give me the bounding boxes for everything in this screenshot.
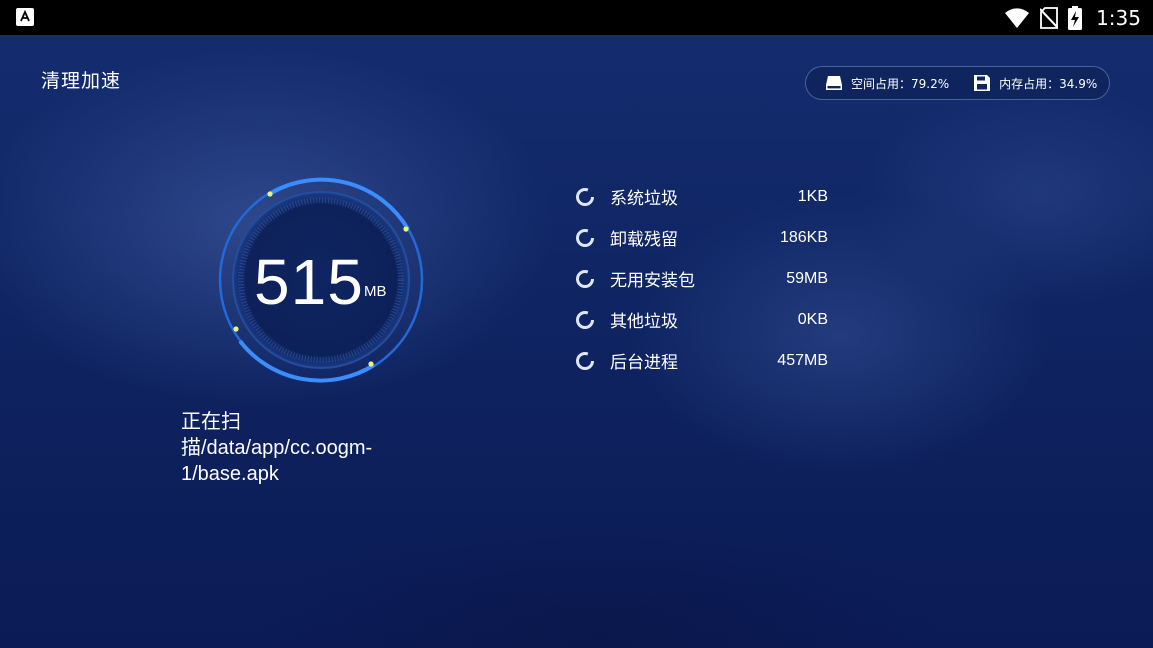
wifi-icon: [1005, 7, 1030, 28]
memory-usage: 内存占用：34.9%: [973, 74, 1097, 92]
item-label: 卸载残留: [610, 230, 678, 250]
item-size: 457MB: [777, 351, 828, 369]
disk-icon: [826, 76, 842, 90]
usage-summary: 空间占用：79.2% 内存占用：34.9%: [805, 66, 1110, 100]
item-size: 1KB: [797, 187, 828, 205]
app-store-icon: [16, 8, 34, 26]
status-bar: 1:35: [0, 0, 1153, 35]
disk-usage: 空间占用：79.2%: [825, 74, 949, 92]
scan-status: 正在扫描/data/app/cc.oogm-1/base.apk: [181, 411, 373, 485]
loading-spinner-icon: [576, 351, 594, 370]
item-size: 0KB: [797, 310, 828, 328]
loading-spinner-icon: [576, 310, 594, 329]
item-label: 系统垃圾: [610, 189, 678, 209]
clock: 1:35: [1096, 5, 1141, 30]
scan-list: 系统垃圾 1KB 卸载残留 186KB 无用安装包 59MB 其他垃圾 0KB …: [575, 176, 835, 381]
list-item: 其他垃圾 0KB: [575, 299, 835, 340]
item-label: 其他垃圾: [610, 312, 678, 332]
no-sim-icon: [1040, 6, 1059, 29]
list-item: 后台进程 457MB: [575, 340, 835, 381]
disk-usage-label: 空间占用：79.2%: [851, 76, 950, 91]
item-size: 186KB: [779, 228, 828, 246]
list-item: 卸载残留 186KB: [575, 217, 835, 258]
loading-spinner-icon: [576, 187, 594, 206]
loading-spinner-icon: [576, 228, 594, 247]
item-label: 后台进程: [610, 353, 678, 373]
gauge-value: 515: [254, 246, 364, 318]
gauge-dot: [403, 226, 409, 232]
battery-charging-icon: [1068, 5, 1083, 30]
list-item: 系统垃圾 1KB: [575, 176, 835, 217]
gauge-dot: [267, 191, 273, 197]
item-label: 无用安装包: [610, 271, 695, 291]
save-icon: [974, 75, 991, 91]
gauge-unit: MB: [364, 283, 387, 300]
page-title: 清理加速: [41, 70, 122, 92]
status-icons: 1:35: [1004, 0, 1141, 35]
item-size: 59MB: [786, 269, 828, 287]
list-item: 无用安装包 59MB: [575, 258, 835, 299]
loading-spinner-icon: [576, 269, 594, 288]
memory-usage-label: 内存占用：34.9%: [999, 76, 1098, 91]
gauge-dot: [368, 361, 374, 367]
gauge-dot: [233, 326, 239, 332]
